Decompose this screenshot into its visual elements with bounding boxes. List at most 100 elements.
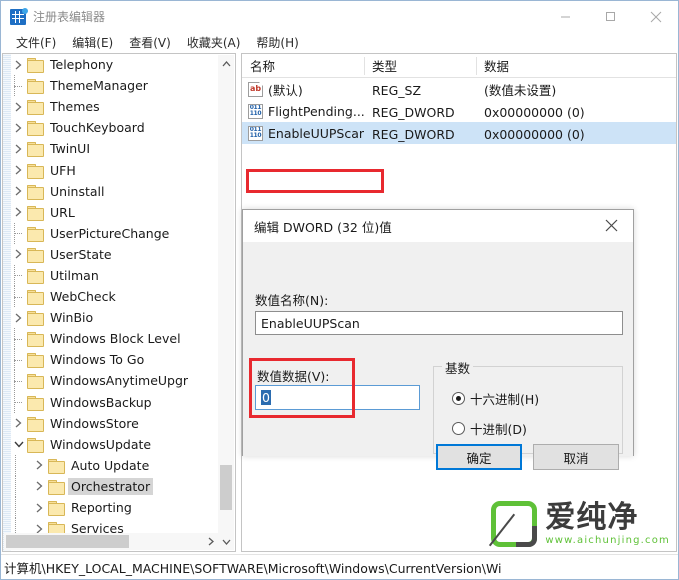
chevron-right-icon[interactable] xyxy=(11,307,26,328)
radio-decimal-label: 十进制(D) xyxy=(470,422,527,437)
radio-hexadecimal[interactable]: 十六进制(H) xyxy=(452,389,539,408)
tree-item-webcheck[interactable]: WebCheck xyxy=(11,286,211,308)
watermark: 爱纯净 www.aichunjing.com xyxy=(491,495,670,553)
tree-item-url[interactable]: URL xyxy=(11,202,211,223)
chevron-right-icon[interactable] xyxy=(32,455,47,476)
tree-horizontal-scrollbar[interactable] xyxy=(4,533,219,550)
chevron-right-icon[interactable] xyxy=(11,244,26,265)
tree-item-uninstall[interactable]: Uninstall xyxy=(11,181,211,202)
value-data-input[interactable]: 0 xyxy=(255,385,420,410)
window-controls xyxy=(543,1,678,32)
registry-tree[interactable]: Telephony ThemeManager Themes TouchKeyboard… xyxy=(11,54,211,534)
tree-connector xyxy=(15,518,16,534)
table-row[interactable]: 011 110 EnableUUPScan REG_DWORD 0x00000000 (… xyxy=(242,122,676,144)
tree-item-themes[interactable]: Themes xyxy=(11,96,211,117)
dialog-title-bar: 编辑 DWORD (32 位)值 xyxy=(243,210,633,242)
tree-item-windowsanytimeupgr[interactable]: WindowsAnytimeUpgr xyxy=(11,370,211,392)
table-row[interactable]: ab (默认) REG_SZ (数值未设置) xyxy=(242,78,676,100)
folder-icon xyxy=(27,163,44,179)
base-group-label: 基数 xyxy=(442,358,474,377)
value-name-cell: 011 110 FlightPending... xyxy=(242,103,364,119)
scroll-right-icon[interactable] xyxy=(202,533,219,550)
chevron-right-icon[interactable] xyxy=(32,518,47,534)
scroll-down-icon[interactable] xyxy=(218,533,234,550)
list-header: 名称 类型 数据 xyxy=(242,54,676,78)
tree-item-userstate[interactable]: UserState xyxy=(11,244,211,265)
tree-vertical-scrollbar[interactable] xyxy=(218,55,234,550)
tree-item-windows-to-go[interactable]: Windows To Go xyxy=(11,349,211,371)
table-row[interactable]: 011 110 FlightPending... REG_DWORD 0x0000000… xyxy=(242,100,676,122)
tree-item-windowsbackup[interactable]: WindowsBackup xyxy=(11,391,211,413)
brand-logo-icon xyxy=(491,501,538,547)
menu-item-edit[interactable]: 编辑(E) xyxy=(64,33,121,52)
folder-icon xyxy=(27,353,44,369)
dialog-close-icon[interactable] xyxy=(589,210,633,241)
column-header-name[interactable]: 名称 xyxy=(242,54,364,78)
menu-item-view[interactable]: 查看(V) xyxy=(121,33,179,52)
tree-branch-line xyxy=(11,264,26,286)
tree-item-windowsstore[interactable]: WindowsStore xyxy=(11,413,211,434)
tree-item-telephony[interactable]: Telephony xyxy=(11,54,211,75)
tree-scrollbar-thumb[interactable] xyxy=(220,465,232,510)
menu-item-help[interactable]: 帮助(H) xyxy=(248,33,306,52)
registry-editor-window: 注册表编辑器 文件(F) 编辑(E) 查看(V) 收藏夹(A) 帮助(H) Te… xyxy=(0,0,679,580)
value-name-input[interactable]: EnableUUPScan xyxy=(255,311,623,335)
column-header-type[interactable]: 类型 xyxy=(364,54,476,78)
chevron-down-icon[interactable] xyxy=(11,434,26,455)
chevron-right-icon[interactable] xyxy=(11,96,26,117)
folder-icon xyxy=(27,142,44,158)
maximize-icon[interactable] xyxy=(588,1,633,32)
chevron-right-icon[interactable] xyxy=(11,54,26,75)
tree-item-label: WindowsAnytimeUpgr xyxy=(50,373,189,389)
tree-item-services[interactable]: Services xyxy=(11,518,211,534)
radio-hexadecimal-indicator xyxy=(452,392,465,405)
chevron-right-icon[interactable] xyxy=(32,476,47,497)
tree-branch-line xyxy=(11,75,26,97)
tree-branch-line xyxy=(11,286,26,308)
tree-item-winbio[interactable]: WinBio xyxy=(11,307,211,328)
cancel-button[interactable]: 取消 xyxy=(533,444,619,470)
value-type-cell: REG_SZ xyxy=(364,80,476,99)
tree-hscrollbar-thumb[interactable] xyxy=(6,535,129,548)
chevron-right-icon[interactable] xyxy=(11,181,26,202)
tree-item-twinui[interactable]: TwinUI xyxy=(11,138,211,159)
watermark-text: 爱纯净 www.aichunjing.com xyxy=(545,502,670,547)
tree-item-orchestrator[interactable]: Orchestrator xyxy=(11,475,211,497)
tree-item-windows-block-level[interactable]: Windows Block Level xyxy=(11,328,211,350)
tree-item-label: WindowsStore xyxy=(50,415,139,431)
chevron-right-icon[interactable] xyxy=(11,138,26,159)
tree-item-windowsupdate[interactable]: WindowsUpdate xyxy=(11,434,211,455)
scroll-up-icon[interactable] xyxy=(218,55,234,72)
tree-item-label: Themes xyxy=(50,99,100,115)
chevron-right-icon[interactable] xyxy=(11,413,26,434)
tree-item-label: WinBio xyxy=(50,310,94,326)
tree-item-label: Windows To Go xyxy=(50,352,145,368)
tree-item-userpicturechange[interactable]: UserPictureChange xyxy=(11,222,211,244)
tree-left-gutter xyxy=(3,54,11,551)
column-header-data[interactable]: 数据 xyxy=(476,54,676,78)
folder-icon xyxy=(27,58,44,74)
tree-connector xyxy=(15,454,16,476)
radio-decimal-indicator xyxy=(452,422,465,435)
tree-connector xyxy=(15,496,16,519)
tree-item-utilman[interactable]: Utilman xyxy=(11,264,211,286)
tree-item-touchkeyboard[interactable]: TouchKeyboard xyxy=(11,117,211,138)
chevron-right-icon[interactable] xyxy=(11,202,26,223)
menu-item-file[interactable]: 文件(F) xyxy=(8,33,64,52)
ok-button[interactable]: 确定 xyxy=(436,444,522,470)
tree-item-thememanager[interactable]: ThemeManager xyxy=(11,75,211,97)
close-icon[interactable] xyxy=(633,1,678,32)
minimize-icon[interactable] xyxy=(543,1,588,32)
folder-icon xyxy=(27,268,44,284)
radio-decimal[interactable]: 十进制(D) xyxy=(452,419,527,438)
chevron-right-icon[interactable] xyxy=(11,117,26,138)
tree-item-auto-update[interactable]: Auto Update xyxy=(11,454,211,476)
chevron-right-icon[interactable] xyxy=(11,160,26,181)
tree-item-ufh[interactable]: UFH xyxy=(11,159,211,180)
menu-item-favorites[interactable]: 收藏夹(A) xyxy=(179,33,249,52)
tree-item-reporting[interactable]: Reporting xyxy=(11,496,211,519)
chevron-right-icon[interactable] xyxy=(32,497,47,518)
folder-icon xyxy=(27,100,44,116)
dword-value-icon: 011 110 xyxy=(248,103,263,119)
folder-icon xyxy=(48,458,65,474)
